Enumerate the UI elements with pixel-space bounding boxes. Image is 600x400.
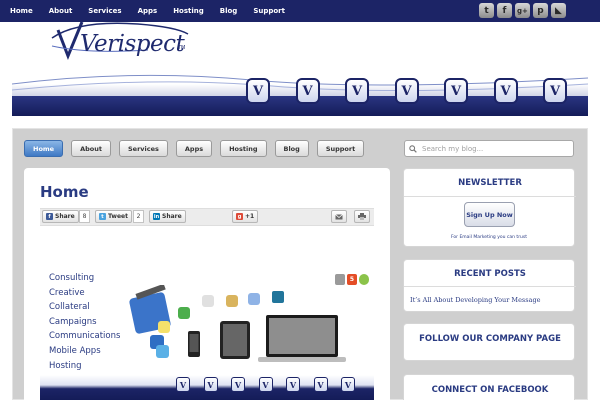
service-item[interactable]: Creative — [49, 286, 120, 301]
linkedin-share-button[interactable]: in Share — [149, 210, 186, 223]
facebook-widget: CONNECT ON FACEBOOK — [403, 374, 575, 400]
company-page-title: FOLLOW OUR COMPANY PAGE — [419, 334, 561, 344]
search-icon[interactable] — [409, 144, 417, 153]
nav-pill-hosting[interactable]: Hosting — [220, 140, 267, 157]
nav-pill-services[interactable]: Services — [118, 140, 168, 157]
print-button[interactable] — [354, 210, 370, 223]
header-icon-3: V — [345, 78, 369, 104]
nav-pill-about[interactable]: About — [71, 140, 111, 157]
nav-pill-home[interactable]: Home — [24, 140, 64, 157]
nav-pill-blog[interactable]: Blog — [274, 140, 309, 157]
googleplus-icon[interactable]: g+ — [515, 3, 530, 18]
recent-posts-title: RECENT POSTS — [454, 269, 526, 279]
search-box[interactable]: Search my blog... — [404, 140, 574, 157]
logo-text[interactable]: Verispect — [80, 31, 185, 57]
top-nav-apps[interactable]: Apps — [138, 7, 158, 15]
facebook-share-button[interactable]: f Share — [42, 210, 79, 223]
banner-icon-3: V — [231, 377, 245, 392]
facebook-share-count: 8 — [79, 210, 90, 223]
apple-icon — [335, 274, 345, 285]
top-nav-blog[interactable]: Blog — [220, 7, 238, 15]
html5-icon: 5 — [347, 274, 357, 285]
tweet-label: Tweet — [108, 213, 128, 220]
header-icon-7: V — [543, 78, 567, 104]
top-nav-support[interactable]: Support — [253, 7, 285, 15]
social-links: t f g+ p ◣ — [476, 3, 566, 18]
header-icon-4: V — [394, 78, 419, 104]
header-icon-1: V — [246, 78, 270, 104]
search-input[interactable]: Search my blog... — [422, 145, 483, 153]
content-banner-icons: V V V V V V V — [176, 377, 355, 392]
share-bar — [40, 208, 374, 226]
banner-icon-6: V — [313, 377, 328, 392]
service-item[interactable]: Communications — [49, 329, 120, 344]
top-nav-hosting[interactable]: Hosting — [173, 7, 204, 15]
service-item[interactable]: Consulting — [49, 271, 120, 286]
facebook-icon[interactable]: f — [497, 3, 512, 18]
header-icon-5: V — [444, 78, 468, 104]
facebook-widget-title: CONNECT ON FACEBOOK — [431, 385, 549, 395]
nav-pill-support[interactable]: Support — [316, 140, 365, 157]
service-item[interactable]: Hosting — [49, 359, 120, 374]
facebook-share-label: Share — [55, 213, 75, 220]
banner-icon-5: V — [286, 377, 300, 392]
banner-icon-1: V — [176, 377, 190, 392]
devices-illustration — [129, 285, 346, 362]
service-item[interactable]: Collateral — [49, 300, 120, 315]
pinterest-icon[interactable]: p — [533, 3, 548, 18]
banner-icon-2: V — [203, 377, 218, 392]
googleplus-icon: g — [236, 213, 243, 220]
header-icon-row: V V V V V V V — [246, 78, 567, 104]
widget-divider — [404, 286, 576, 287]
twitter-icon[interactable]: t — [479, 3, 494, 18]
rss-icon[interactable]: ◣ — [551, 3, 566, 18]
header-icon-2: V — [295, 78, 320, 104]
top-nav-services[interactable]: Services — [88, 7, 121, 15]
sign-up-button[interactable]: Sign Up Now — [464, 202, 515, 227]
nav-pill-apps[interactable]: Apps — [175, 140, 213, 157]
email-icon — [335, 213, 343, 219]
banner-icon-7: V — [341, 377, 355, 392]
linkedin-icon: in — [153, 213, 160, 220]
widget-divider — [404, 196, 576, 197]
services-list: Consulting Creative Collateral Campaigns… — [49, 271, 120, 373]
company-page-widget: FOLLOW OUR COMPANY PAGE — [403, 323, 575, 361]
service-item[interactable]: Campaigns — [49, 315, 120, 330]
email-share-button[interactable] — [331, 210, 347, 223]
linkedin-share-label: Share — [162, 213, 182, 220]
email-marketing-note: For Email Marketing you can trust — [450, 235, 528, 240]
recent-posts-widget: RECENT POSTS — [403, 259, 576, 312]
print-icon — [358, 213, 366, 220]
twitter-icon: t — [99, 213, 106, 220]
newsletter-title: NEWSLETTER — [458, 178, 522, 188]
tweet-count: 2 — [133, 210, 144, 223]
banner-icon-4: V — [258, 377, 273, 392]
gplus-label: +1 — [245, 213, 255, 220]
android-icon — [359, 274, 369, 285]
facebook-icon: f — [46, 213, 53, 220]
recent-post-link[interactable]: It’s All About Developing Your Message — [410, 296, 540, 304]
top-nav-about[interactable]: About — [49, 7, 73, 15]
top-nav-home[interactable]: Home — [10, 7, 33, 15]
service-item[interactable]: Mobile Apps — [49, 344, 120, 359]
header-icon-6: V — [493, 78, 518, 104]
main-nav: Home About Services Apps Hosting Blog Su… — [24, 140, 372, 157]
logo-trademark: TM — [178, 45, 186, 51]
gplus-button[interactable]: g +1 — [232, 210, 259, 223]
page-title: Home — [40, 183, 89, 201]
tweet-button[interactable]: t Tweet — [95, 210, 132, 223]
